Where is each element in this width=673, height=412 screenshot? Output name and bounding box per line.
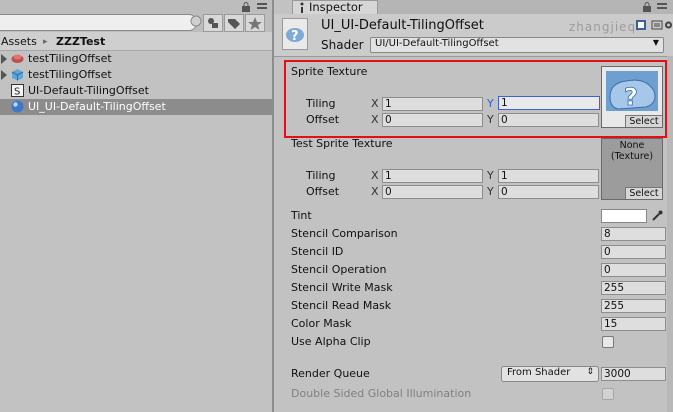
render-queue-mode-value: From Shader — [507, 367, 571, 378]
x-label: X — [371, 185, 379, 198]
test-sprite-texture-label: Test Sprite Texture — [291, 137, 393, 150]
favorites-star-icon[interactable] — [245, 14, 265, 32]
lock-icon[interactable] — [241, 2, 251, 12]
stencil-id-label: Stencil ID — [291, 245, 344, 258]
dsgi-label: Double Sided Global Illumination — [291, 387, 472, 400]
highlight-box — [284, 60, 667, 138]
breadcrumb-separator-icon: ▸ — [43, 37, 48, 47]
use-alpha-clip-checkbox[interactable] — [602, 336, 614, 348]
dsgi-checkbox — [602, 388, 614, 400]
y-label: Y — [487, 185, 494, 198]
test-tiling-y-field[interactable]: 1 — [498, 169, 599, 183]
material-title: UI_UI-Default-TilingOffset — [321, 18, 484, 33]
inspector-tab-icon — [297, 1, 307, 13]
tint-label: Tint — [291, 209, 312, 222]
test-offset-x-field[interactable]: 0 — [382, 185, 483, 199]
pane-menu-icon[interactable] — [656, 2, 668, 12]
unity-scene-icon — [11, 52, 24, 65]
svg-text:S: S — [14, 87, 20, 98]
tab-inspector[interactable]: Inspector — [292, 0, 378, 15]
shader-label: Shader — [321, 38, 364, 52]
y-label: Y — [487, 169, 494, 182]
filter-by-label-icon[interactable] — [224, 14, 244, 32]
x-label: X — [371, 169, 379, 182]
test-sprite-texture-slot[interactable]: None (Texture) Select — [601, 138, 663, 200]
test-offset-y-field[interactable]: 0 — [498, 185, 599, 199]
list-item-selected[interactable]: UI_UI-Default-TilingOffset — [0, 99, 272, 115]
list-item[interactable]: testTilingOffset — [0, 67, 272, 83]
stencil-operation-label: Stencil Operation — [291, 263, 387, 276]
updown-arrow-icon: ⇕ — [586, 367, 594, 377]
use-alpha-clip-label: Use Alpha Clip — [291, 335, 371, 348]
render-queue-label: Render Queue — [291, 367, 370, 380]
svg-text:?: ? — [291, 29, 299, 44]
stencil-read-mask-label: Stencil Read Mask — [291, 299, 392, 312]
inspector-scrollbar[interactable] — [667, 56, 673, 412]
list-item-label: testTilingOffset — [28, 52, 112, 65]
filter-by-type-icon[interactable] — [203, 14, 223, 32]
render-queue-field[interactable]: 3000 — [601, 367, 666, 381]
expand-arrow-icon[interactable] — [1, 54, 7, 64]
list-item-label: testTilingOffset — [28, 68, 112, 81]
search-clear-icon[interactable] — [190, 15, 202, 27]
breadcrumb-assets[interactable]: Assets — [1, 35, 37, 48]
list-item-label: UI_UI-Default-TilingOffset — [28, 100, 166, 113]
stencil-write-mask-field[interactable]: 255 — [601, 281, 666, 295]
help-book-icon[interactable] — [635, 19, 647, 31]
render-queue-mode-dropdown[interactable]: From Shader ⇕ — [501, 366, 599, 382]
stencil-id-field[interactable]: 0 — [601, 245, 666, 259]
stencil-read-mask-field[interactable]: 255 — [601, 299, 666, 313]
breadcrumb — [0, 32, 272, 51]
shader-dropdown[interactable]: UI/UI-Default-TilingOffset ▼ — [370, 37, 664, 53]
preset-icon[interactable] — [651, 19, 663, 31]
prefab-cube-icon — [11, 68, 24, 81]
list-item-label: UI-Default-TilingOffset — [28, 84, 149, 97]
stencil-operation-field[interactable]: 0 — [601, 263, 666, 277]
search-input[interactable] — [0, 14, 197, 31]
tab-bar — [376, 0, 673, 14]
color-mask-label: Color Mask — [291, 317, 352, 330]
lock-icon[interactable] — [642, 2, 652, 12]
tab-inspector-label: Inspector — [309, 0, 363, 14]
material-sphere-icon — [11, 100, 24, 113]
none-texture-label: None (Texture) — [610, 140, 654, 162]
stencil-comparison-label: Stencil Comparison — [291, 227, 398, 240]
list-item[interactable]: testTilingOffset — [0, 51, 272, 67]
material-preview-icon: ? — [282, 18, 308, 50]
list-item[interactable]: S UI-Default-TilingOffset — [0, 83, 272, 99]
watermark: zhangjieqi — [569, 20, 641, 34]
tiling-label: Tiling — [306, 169, 336, 182]
shader-icon: S — [11, 84, 24, 98]
eyedropper-icon[interactable] — [651, 209, 663, 222]
stencil-write-mask-label: Stencil Write Mask — [291, 281, 393, 294]
shader-dropdown-value: UI/UI-Default-TilingOffset — [375, 38, 499, 49]
test-tiling-x-field[interactable]: 1 — [382, 169, 483, 183]
color-mask-field[interactable]: 15 — [601, 317, 666, 331]
tint-color-swatch[interactable] — [601, 209, 647, 223]
breadcrumb-zzztest[interactable]: ZZZTest — [56, 35, 105, 48]
stencil-comparison-field[interactable]: 8 — [601, 227, 666, 241]
expand-arrow-icon[interactable] — [1, 70, 7, 80]
pane-menu-icon[interactable] — [256, 2, 268, 12]
test-select-button[interactable]: Select — [625, 187, 662, 199]
gear-icon[interactable] — [664, 19, 673, 31]
chevron-down-icon: ▼ — [652, 38, 659, 47]
offset-label: Offset — [306, 185, 340, 198]
